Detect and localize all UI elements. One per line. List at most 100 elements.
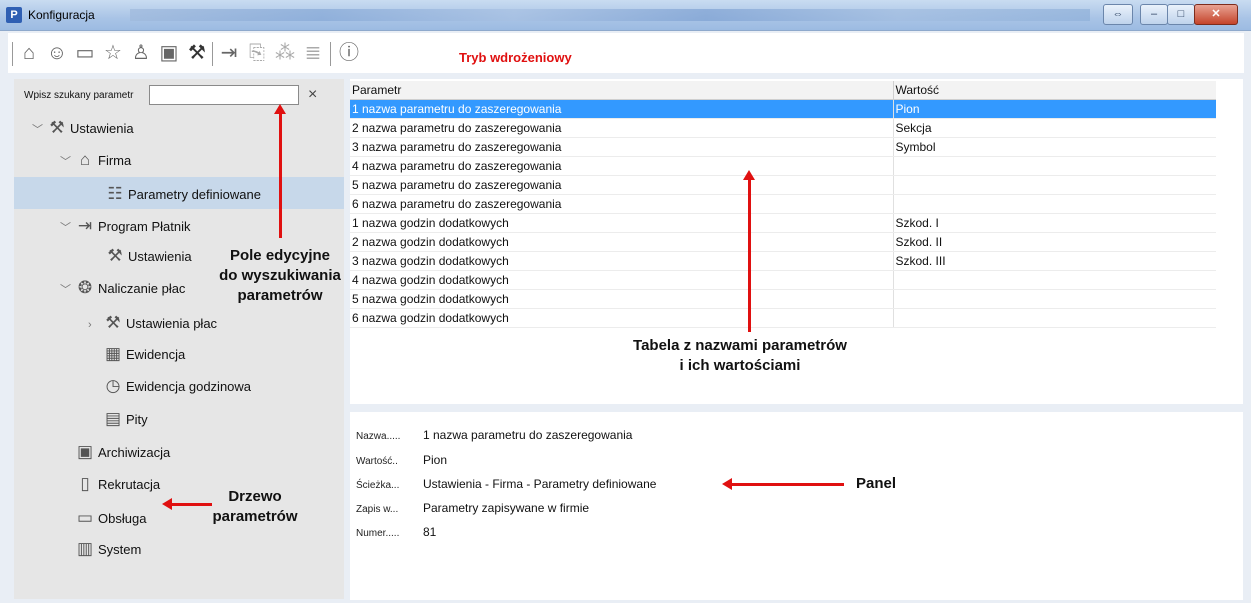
panel-field-number: Numer..... 81: [356, 525, 436, 539]
table-row[interactable]: 5 nazwa godzin dodatkowych: [350, 289, 1216, 309]
param-value-cell[interactable]: [892, 289, 1216, 309]
param-value-cell[interactable]: [892, 270, 1216, 290]
tree-item-ustawienia-platnik[interactable]: ⚒ Ustawienia: [90, 242, 191, 270]
maximize-icon[interactable]: □: [1167, 4, 1195, 25]
tree-item-label: Parametry definiowane: [128, 187, 261, 202]
table-row[interactable]: 6 nazwa parametru do zaszeregowania: [350, 194, 1216, 214]
annotation-line: Drzewo: [228, 488, 282, 505]
home-icon[interactable]: ⌂: [18, 42, 40, 64]
annotation-line: Tabela z nazwami parametrów: [633, 337, 847, 354]
close-icon[interactable]: ✕: [1194, 4, 1238, 25]
star-icon[interactable]: ☆: [102, 42, 124, 64]
param-value-cell[interactable]: Sekcja: [892, 118, 1216, 138]
list-icon[interactable]: ≣: [302, 42, 324, 64]
tree-item-ewidencja[interactable]: ▦ Ewidencja: [88, 340, 185, 368]
chevron-down-icon[interactable]: ﹀: [32, 116, 44, 144]
param-value-cell[interactable]: Pion: [892, 99, 1216, 119]
param-name-cell[interactable]: 1 nazwa parametru do zaszeregowania: [350, 99, 893, 119]
param-value-cell[interactable]: [892, 175, 1216, 195]
annotation-line: i ich wartościami: [679, 357, 801, 374]
annotation-line: parametrów: [237, 287, 323, 304]
tree-item-system[interactable]: ▥ System: [60, 535, 141, 563]
panel-field-label: Wartość..: [356, 456, 398, 467]
chevron-down-icon[interactable]: ﹀: [60, 148, 72, 176]
tree-item-label: Ustawienia: [70, 121, 134, 136]
param-name-cell[interactable]: 5 nazwa parametru do zaszeregowania: [350, 175, 893, 195]
minimize-icon[interactable]: –: [1140, 4, 1168, 25]
tax-form-icon: ▤: [104, 409, 122, 428]
screen-icon[interactable]: ▣: [158, 42, 180, 64]
param-name-cell[interactable]: 6 nazwa parametru do zaszeregowania: [350, 194, 893, 214]
table-row[interactable]: 5 nazwa parametru do zaszeregowania: [350, 175, 1216, 195]
table-row[interactable]: 1 nazwa parametru do zaszeregowania Pion: [350, 99, 1216, 119]
search-label: Wpisz szukany parametr: [24, 90, 134, 101]
table-row[interactable]: 2 nazwa parametru do zaszeregowania Sekcj…: [350, 118, 1216, 138]
arrow-right-icon[interactable]: ⇥: [218, 42, 240, 64]
tree-item-naliczanie-plac[interactable]: ﹀ ❂ Naliczanie płac: [60, 274, 185, 302]
tree-item-ewidencja-godzinowa[interactable]: ◷ Ewidencja godzinowa: [88, 372, 251, 400]
tree-item-program-platnik[interactable]: ﹀ ⇥ Program Płatnik: [60, 212, 190, 240]
search-input[interactable]: [149, 85, 299, 105]
chevron-right-icon[interactable]: ›: [88, 311, 100, 339]
param-name-cell[interactable]: 4 nazwa parametru do zaszeregowania: [350, 156, 893, 176]
recruitment-icon: ▯: [80, 474, 90, 493]
table-row[interactable]: 4 nazwa godzin dodatkowych: [350, 270, 1216, 290]
param-name-cell[interactable]: 3 nazwa godzin dodatkowych: [350, 251, 893, 271]
group-icon[interactable]: ⁂: [274, 42, 296, 64]
param-name-cell[interactable]: 1 nazwa godzin dodatkowych: [350, 213, 893, 233]
tree-item-obsluga[interactable]: ▭ Obsługa: [60, 504, 146, 532]
tree-item-ustawienia[interactable]: ﹀ ⚒ Ustawienia: [32, 114, 134, 142]
tree-item-pity[interactable]: ▤ Pity: [88, 405, 148, 433]
annotation-arrow-tip: [722, 478, 732, 490]
param-name-cell[interactable]: 2 nazwa parametru do zaszeregowania: [350, 118, 893, 138]
table-row[interactable]: 1 nazwa godzin dodatkowych Szkod. I: [350, 213, 1216, 233]
panel-field-value: Pion: [423, 453, 448, 467]
tree-item-label: System: [98, 542, 142, 557]
table-row[interactable]: 6 nazwa godzin dodatkowych: [350, 308, 1216, 328]
param-value-cell[interactable]: [892, 194, 1216, 214]
person-icon[interactable]: ♙: [130, 42, 152, 64]
param-name-cell[interactable]: 4 nazwa godzin dodatkowych: [350, 270, 893, 290]
param-name-cell[interactable]: 2 nazwa godzin dodatkowych: [350, 232, 893, 252]
panel-field-save: Zapis w... Parametry zapisywane w firmie: [356, 501, 589, 515]
tree-item-archiwizacja[interactable]: ▣ Archiwizacja: [60, 438, 170, 466]
clear-search-icon[interactable]: ×: [308, 86, 317, 104]
tools-icon[interactable]: ⚒: [186, 42, 208, 64]
param-value-cell[interactable]: Szkod. II: [892, 232, 1216, 252]
param-value-cell[interactable]: Szkod. I: [892, 213, 1216, 233]
chevron-down-icon[interactable]: ﹀: [60, 214, 72, 242]
list-tree-icon: ☷: [107, 184, 123, 203]
chevron-down-icon[interactable]: ﹀: [60, 276, 72, 304]
tree-item-ustawienia-plac[interactable]: › ⚒ Ustawienia płac: [88, 309, 217, 337]
annotation-arrow: [748, 180, 751, 332]
table-row[interactable]: 3 nazwa parametru do zaszeregowania Symbo…: [350, 137, 1216, 157]
tree-item-label: Naliczanie płac: [98, 281, 186, 296]
doc-x-icon[interactable]: ⎘: [246, 42, 268, 64]
param-value-cell[interactable]: [892, 308, 1216, 328]
param-name-cell[interactable]: 6 nazwa godzin dodatkowych: [350, 308, 893, 328]
tree-item-label: Obsługa: [98, 511, 147, 526]
panel-field-label: Ścieżka...: [356, 480, 400, 491]
user-icon[interactable]: ☺: [46, 42, 68, 64]
toolbar-separator: [330, 42, 331, 66]
param-value-cell[interactable]: Symbol: [892, 137, 1216, 157]
tree-item-firma[interactable]: ﹀ ⌂ Firma: [60, 146, 131, 174]
param-value-cell[interactable]: [892, 156, 1216, 176]
tree-item-parametry-definiowane[interactable]: ☷ Parametry definiowane: [90, 180, 261, 208]
annotation-search: Pole edycyjne do wyszukiwania parametrów: [210, 246, 350, 306]
restore-icon[interactable]: ⇔: [1103, 4, 1133, 25]
panel-field-value: 1 nazwa parametru do zaszeregowania: [423, 428, 633, 442]
column-header[interactable]: Wartość: [892, 81, 1216, 100]
param-value-cell[interactable]: Szkod. III: [892, 251, 1216, 271]
param-name-cell[interactable]: 3 nazwa parametru do zaszeregowania: [350, 137, 893, 157]
column-header[interactable]: Parametr: [350, 81, 893, 100]
help-icon[interactable]: ⓘ: [338, 42, 360, 64]
param-name-cell[interactable]: 5 nazwa godzin dodatkowych: [350, 289, 893, 309]
toolbar-separator: [12, 42, 13, 66]
table-row[interactable]: 4 nazwa parametru do zaszeregowania: [350, 156, 1216, 176]
tree-item-rekrutacja[interactable]: ▯ Rekrutacja: [60, 470, 160, 498]
panel-field-value: Ustawienia - Firma - Parametry definiowa…: [423, 477, 657, 491]
table-row[interactable]: 2 nazwa godzin dodatkowych Szkod. II: [350, 232, 1216, 252]
table-row[interactable]: 3 nazwa godzin dodatkowych Szkod. III: [350, 251, 1216, 271]
monitor-icon[interactable]: ▭: [74, 42, 96, 64]
